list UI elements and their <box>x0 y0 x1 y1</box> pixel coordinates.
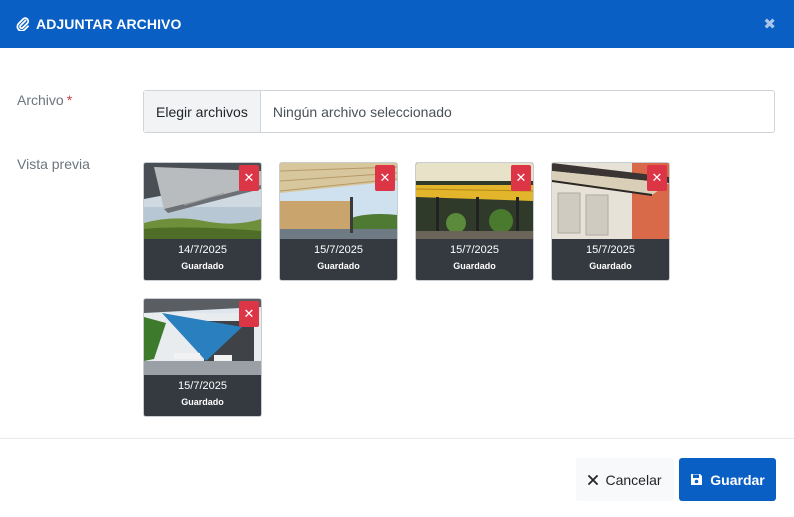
preview-date: 15/7/2025 <box>314 244 363 256</box>
delete-preview-button[interactable]: ✕ <box>239 301 259 327</box>
delete-preview-button[interactable]: ✕ <box>375 165 395 191</box>
preview-status: Guardado <box>181 397 224 407</box>
times-icon <box>588 474 599 485</box>
preview-card: 15/7/2025 Guardado ✕ <box>551 162 670 281</box>
save-label: Guardar <box>710 471 765 488</box>
preview-card: 15/7/2025 Guardado ✕ <box>279 162 398 281</box>
file-input[interactable]: Elegir archivos Ningún archivo seleccion… <box>143 90 775 133</box>
delete-preview-button[interactable]: ✕ <box>647 165 667 191</box>
modal-header: ADJUNTAR ARCHIVO ✖ <box>0 0 794 48</box>
delete-preview-button[interactable]: ✕ <box>511 165 531 191</box>
preview-date: 15/7/2025 <box>586 244 635 256</box>
preview-card: 15/7/2025 Guardado ✕ <box>415 162 534 281</box>
preview-status: Guardado <box>181 261 224 271</box>
no-file-text: Ningún archivo seleccionado <box>272 103 452 120</box>
preview-status: Guardado <box>317 261 360 271</box>
cancel-button[interactable]: Cancelar <box>576 458 674 501</box>
file-label-text: Archivo <box>17 92 64 108</box>
cancel-label: Cancelar <box>605 471 662 488</box>
preview-caption: 15/7/2025 Guardado <box>280 239 397 280</box>
preview-date: 14/7/2025 <box>178 244 227 256</box>
preview-caption: 15/7/2025 Guardado <box>552 239 669 280</box>
paperclip-icon <box>16 17 30 31</box>
preview-status: Guardado <box>453 261 496 271</box>
preview-card: 15/7/2025 Guardado ✕ <box>143 298 262 417</box>
close-icon[interactable]: ✖ <box>763 15 776 33</box>
save-button[interactable]: Guardar <box>679 458 776 501</box>
preview-date: 15/7/2025 <box>178 380 227 392</box>
preview-card: 14/7/2025 Guardado ✕ <box>143 162 262 281</box>
preview-status: Guardado <box>589 261 632 271</box>
delete-preview-button[interactable]: ✕ <box>239 165 259 191</box>
modal-title: ADJUNTAR ARCHIVO <box>36 16 182 32</box>
required-mark: * <box>66 92 73 108</box>
choose-files-button[interactable]: Elegir archivos <box>144 91 261 132</box>
preview-caption: 15/7/2025 Guardado <box>144 375 261 416</box>
preview-date: 15/7/2025 <box>450 244 499 256</box>
floppy-disk-icon <box>690 473 703 486</box>
preview-label: Vista previa <box>17 156 90 172</box>
footer-divider <box>0 438 794 439</box>
preview-caption: 14/7/2025 Guardado <box>144 239 261 280</box>
file-label: Archivo * <box>17 92 72 108</box>
preview-caption: 15/7/2025 Guardado <box>416 239 533 280</box>
